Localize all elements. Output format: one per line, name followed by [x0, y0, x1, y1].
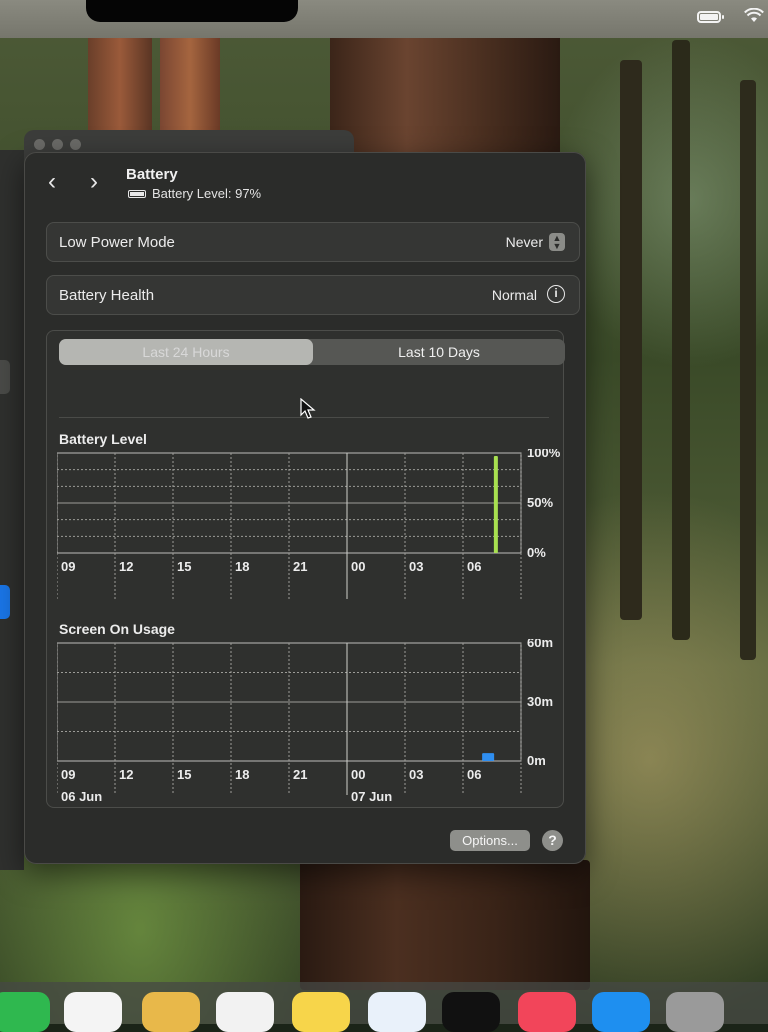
x-tick-label: 15	[177, 767, 191, 782]
screen-on-usage-chart-title: Screen On Usage	[59, 621, 175, 637]
window-close-button[interactable]	[34, 139, 45, 150]
dock-app-app-store[interactable]	[592, 992, 650, 1032]
dock-app-calendar[interactable]	[64, 992, 122, 1032]
battery-health-label: Battery Health	[59, 287, 155, 304]
data-bar	[482, 753, 495, 761]
dock-app-contacts[interactable]	[142, 992, 200, 1032]
dock-app-system-settings[interactable]	[666, 992, 724, 1032]
wifi-icon[interactable]	[744, 7, 764, 29]
back-button[interactable]: ‹	[48, 170, 56, 194]
dock-app-facetime[interactable]	[0, 992, 50, 1032]
y-tick-label: 0%	[527, 545, 546, 560]
x-tick-label: 09	[61, 559, 75, 574]
x-tick-label: 18	[235, 767, 249, 782]
battery-icon	[128, 189, 146, 198]
battery-settings-window: ‹ › Battery Battery Level: 97% Low Power…	[24, 152, 586, 864]
y-tick-label: 50%	[527, 495, 553, 510]
battery-health-value: Normal	[491, 287, 537, 303]
dock-app-notes[interactable]	[292, 992, 350, 1032]
menu-bar	[0, 0, 768, 38]
window-zoom-button[interactable]	[70, 139, 81, 150]
time-range-segmented-control: Last 24 Hours Last 10 Days	[59, 339, 565, 365]
dock	[0, 982, 768, 1032]
screen-on-usage-chart: 09 12 15 18 21 00 03 06 06 Jun 07 Jun 60m 30m 0m	[57, 639, 553, 801]
battery-health-row: Battery Health Normal i	[46, 275, 580, 315]
x-tick-label: 06	[467, 767, 481, 782]
battery-level-chart: 09 12 15 18 21 00 03 06 100% 50% 0%	[57, 449, 561, 599]
options-button[interactable]: Options...	[450, 830, 530, 851]
y-tick-label: 30m	[527, 694, 553, 709]
low-power-mode-row: Low Power Mode Never ▲ ▼	[46, 222, 580, 262]
x-tick-label: 12	[119, 559, 133, 574]
y-tick-label: 60m	[527, 639, 553, 650]
sidebar-item-battery[interactable]	[0, 585, 10, 619]
x-tick-label: 15	[177, 559, 191, 574]
x-tick-label: 03	[409, 559, 423, 574]
tab-last-10-days[interactable]: Last 10 Days	[313, 339, 565, 365]
window-minimize-button[interactable]	[52, 139, 63, 150]
tab-last-24-hours[interactable]: Last 24 Hours	[59, 339, 313, 365]
help-button[interactable]: ?	[542, 830, 563, 851]
battery-icon[interactable]	[697, 11, 724, 23]
x-date-label: 06 Jun	[61, 789, 102, 801]
dock-app-freeform[interactable]	[368, 992, 426, 1032]
stepper-icon[interactable]: ▲ ▼	[549, 233, 565, 251]
x-tick-label: 00	[351, 559, 365, 574]
x-tick-label: 21	[293, 767, 307, 782]
x-tick-label: 21	[293, 559, 307, 574]
info-icon[interactable]: i	[547, 285, 565, 303]
x-tick-label: 09	[61, 767, 75, 782]
x-tick-label: 03	[409, 767, 423, 782]
x-date-label: 07 Jun	[351, 789, 392, 801]
page-title: Battery	[126, 166, 178, 183]
forward-button[interactable]: ›	[90, 170, 98, 194]
x-tick-label: 06	[467, 559, 481, 574]
low-power-mode-label: Low Power Mode	[59, 234, 175, 251]
x-tick-label: 00	[351, 767, 365, 782]
sidebar-item[interactable]	[0, 360, 10, 394]
low-power-mode-select[interactable]: Never	[506, 234, 543, 250]
dock-app-music[interactable]	[518, 992, 576, 1032]
dock-app-reminders[interactable]	[216, 992, 274, 1032]
y-tick-label: 100%	[527, 449, 561, 460]
camera-notch	[86, 0, 298, 22]
cursor-icon	[300, 398, 316, 419]
x-tick-label: 12	[119, 767, 133, 782]
settings-sidebar	[0, 150, 24, 870]
data-bar	[493, 456, 498, 553]
y-tick-label: 0m	[527, 753, 546, 768]
battery-level-status: Battery Level: 97%	[128, 186, 261, 201]
battery-level-text: Battery Level: 97%	[152, 186, 262, 201]
dock-app-tv[interactable]	[442, 992, 500, 1032]
x-tick-label: 18	[235, 559, 249, 574]
battery-level-chart-title: Battery Level	[59, 431, 147, 447]
